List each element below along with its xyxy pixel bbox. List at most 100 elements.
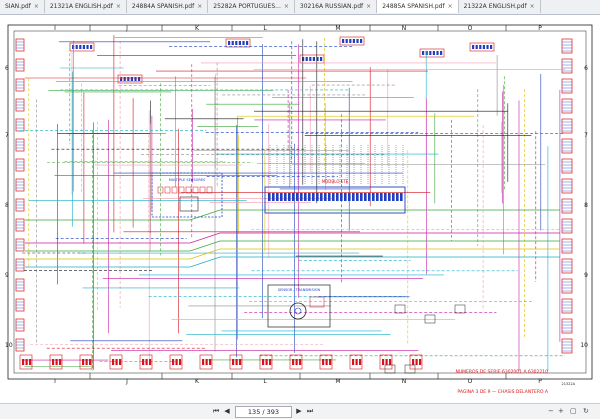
connector-pin	[472, 45, 475, 49]
connector-pin	[320, 57, 323, 61]
document-viewer[interactable]: I I J J K K L L M M N N O O P P 6 6 7 7 8 8 9 9 10 10 MULTIPLE SEN…	[0, 15, 600, 403]
tab-4[interactable]: 30216A RUSSIAN.pdf ×	[295, 0, 378, 13]
column-label: P	[538, 378, 542, 385]
column-label: I	[54, 378, 56, 385]
bottom-connector-pin	[385, 359, 388, 365]
close-tab-icon[interactable]: ×	[34, 0, 39, 13]
bottom-connector-pin	[82, 359, 85, 365]
tab-3[interactable]: 25282A PORTUGUES... ×	[208, 0, 295, 13]
bottom-connector-pin	[145, 359, 148, 365]
module-pin	[268, 193, 271, 201]
transmission-shaft	[294, 307, 302, 315]
connector-pin	[360, 39, 363, 43]
page-number-field[interactable]: 135 / 393	[235, 406, 292, 418]
harness-line	[25, 240, 560, 252]
bottom-connector-pin	[269, 359, 272, 365]
module-pin	[320, 193, 323, 201]
connector-pin	[356, 39, 359, 43]
bottom-connector-pin	[295, 359, 298, 365]
tab-label: 24885A SPANISH.pdf	[382, 3, 445, 10]
column-label: O	[468, 25, 473, 32]
connector-pin	[130, 77, 133, 81]
close-tab-icon[interactable]: ×	[366, 0, 371, 13]
module-pin	[396, 193, 399, 201]
tab-bar: SIAN.pdf × 21321A ENGLISH.pdf × 24884A SPANI…	[0, 0, 600, 15]
bottom-connector-pin	[85, 359, 88, 365]
module-pin	[376, 193, 379, 201]
close-tab-icon[interactable]: ×	[116, 0, 121, 13]
zoom-in-icon[interactable]: +	[558, 406, 564, 417]
column-label: J	[125, 25, 128, 32]
bottom-connector-pin	[265, 359, 268, 365]
row-label: 8	[5, 202, 9, 209]
bottom-connector-pin	[355, 359, 358, 365]
first-page-icon[interactable]: ⏮	[211, 406, 221, 417]
module-pin	[276, 193, 279, 201]
column-label: O	[468, 378, 473, 385]
bottom-connector-pin	[175, 359, 178, 365]
bottom-connector-pin	[235, 359, 238, 365]
connector-pin	[79, 45, 82, 49]
sensor-component	[179, 196, 199, 212]
tab-5[interactable]: 24885A SPANISH.pdf ×	[377, 0, 459, 13]
connector-pin	[352, 39, 355, 43]
close-tab-icon[interactable]: ×	[448, 0, 453, 13]
next-page-icon[interactable]: ▶	[294, 406, 304, 417]
bottom-connector-pin	[389, 359, 392, 365]
module-pin	[368, 193, 371, 201]
bottom-connector-pin	[179, 359, 182, 365]
bottom-connector-pin	[149, 359, 152, 365]
column-label: P	[538, 25, 542, 32]
tab-2[interactable]: 24884A SPANISH.pdf ×	[127, 0, 209, 13]
rotate-icon[interactable]: ↻	[583, 406, 589, 417]
row-label: 9	[5, 272, 9, 279]
tab-6[interactable]: 21322A ENGLISH.pdf ×	[459, 0, 541, 13]
zoom-out-icon[interactable]: −	[548, 406, 554, 417]
close-tab-icon[interactable]: ×	[530, 0, 535, 13]
tab-label: SIAN.pdf	[5, 3, 31, 10]
bottom-connector-pin	[292, 359, 295, 365]
tab-label: 25282A PORTUGUES...	[213, 3, 281, 10]
connector-pin	[228, 41, 231, 45]
row-label: 9	[584, 272, 588, 279]
bottom-connector-pin	[142, 359, 145, 365]
close-tab-icon[interactable]: ×	[284, 0, 289, 13]
relay-symbol	[424, 314, 436, 324]
bottom-connector-pin	[299, 359, 302, 365]
module-pin	[392, 193, 395, 201]
row-label: 6	[5, 65, 9, 72]
connector-pin	[486, 45, 489, 49]
module-pin	[328, 193, 331, 201]
last-page-icon[interactable]: ⏭	[305, 406, 315, 417]
bottom-connector-pin	[419, 359, 422, 365]
previous-page-icon[interactable]: ◀	[222, 406, 232, 417]
module-pin	[336, 193, 339, 201]
connector-pin	[345, 39, 348, 43]
tab-1[interactable]: 21321A ENGLISH.pdf ×	[45, 0, 127, 13]
harness-line	[25, 209, 560, 221]
bottom-connector-pin	[412, 359, 415, 365]
serial-number-note: NUMEROS DE SERIE 6302001 A 6302210	[455, 369, 548, 375]
close-tab-icon[interactable]: ×	[197, 0, 202, 13]
harness-line	[25, 248, 560, 260]
module-pin	[384, 193, 387, 201]
module-pin	[388, 193, 391, 201]
tab-0[interactable]: SIAN.pdf ×	[0, 0, 45, 13]
sensor-pin	[178, 186, 185, 194]
tab-label: 21321A ENGLISH.pdf	[49, 3, 113, 10]
module-pin	[352, 193, 355, 201]
row-label: 7	[5, 132, 9, 139]
connector-pin	[246, 41, 249, 45]
connector-pin	[349, 39, 352, 43]
bottom-connector-pin	[325, 359, 328, 365]
connector-pin	[475, 45, 478, 49]
bottom-connector-pin	[89, 359, 92, 365]
bottom-connector-pin	[359, 359, 362, 365]
module-pin	[344, 193, 347, 201]
fit-page-icon[interactable]: ▢	[570, 406, 577, 417]
bottom-connector-pin	[382, 359, 385, 365]
connector-pin	[342, 39, 345, 43]
row-label: 8	[584, 202, 588, 209]
bottom-connector-pin	[202, 359, 205, 365]
document-code: 21322A	[561, 382, 575, 386]
